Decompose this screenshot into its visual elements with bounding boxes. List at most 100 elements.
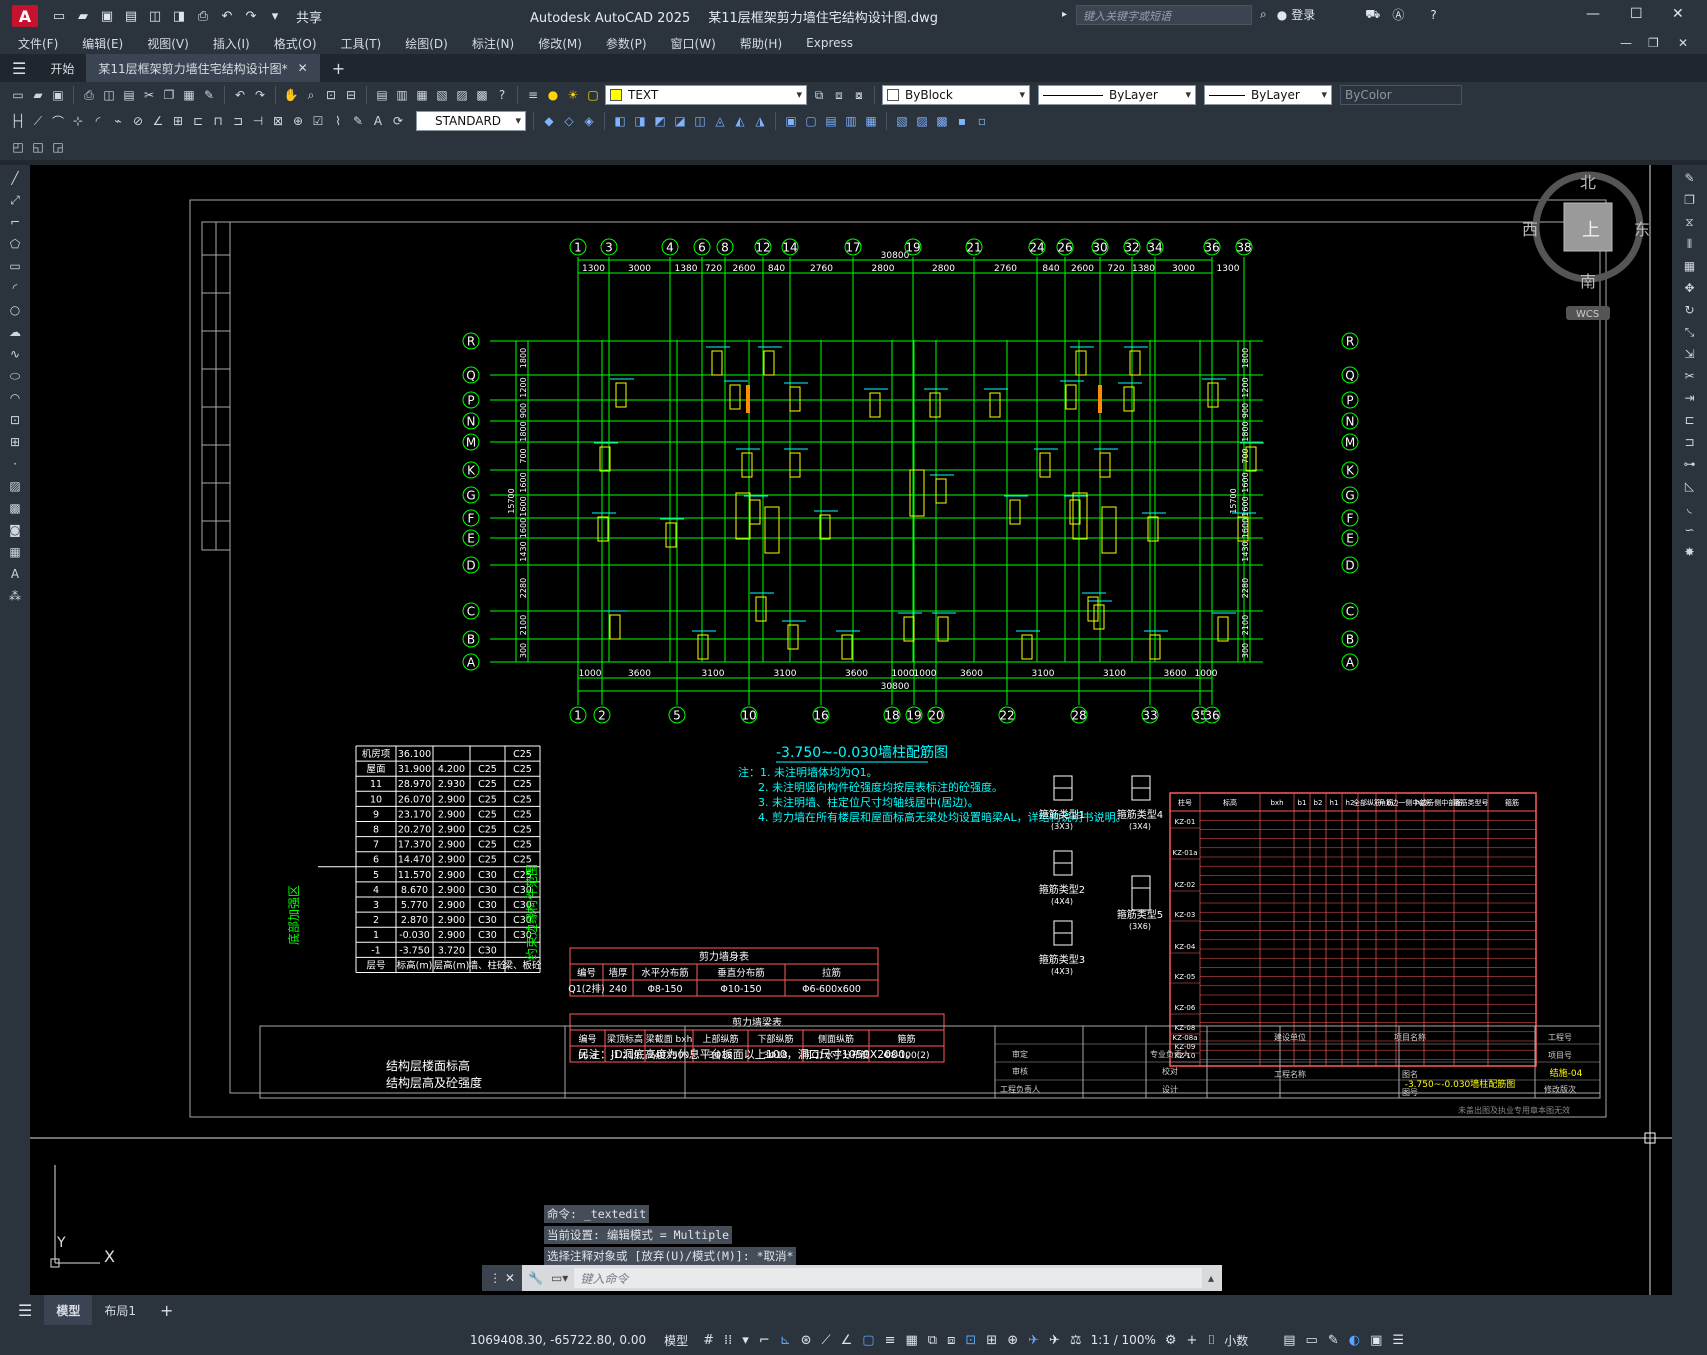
command-grip-icon[interactable]: ⋮ ✕ bbox=[482, 1265, 522, 1291]
matchprop-icon[interactable]: ✎ bbox=[201, 87, 217, 103]
designcenter-icon[interactable]: ▥ bbox=[394, 87, 410, 103]
customization-icon[interactable]: ☰ bbox=[1392, 1333, 1404, 1348]
dim-linear-icon[interactable]: ├┤ bbox=[10, 113, 26, 129]
array-tool-icon[interactable]: ▦ bbox=[1681, 257, 1699, 275]
viewcube-west[interactable]: 西 bbox=[1522, 220, 1538, 239]
viewcube-east[interactable]: 东 bbox=[1634, 220, 1650, 239]
layer-previous-icon[interactable]: ⧈ bbox=[831, 87, 847, 103]
copy-tool-icon[interactable]: ❐ bbox=[1681, 191, 1699, 209]
stretch-tool-icon[interactable]: ⇲ bbox=[1681, 345, 1699, 363]
offset-tool-icon[interactable]: ⫴ bbox=[1681, 235, 1699, 253]
ucs-icon[interactable]: ▧ bbox=[894, 113, 910, 129]
circle-icon[interactable]: ○ bbox=[6, 301, 24, 319]
layer-properties-icon[interactable]: ≡ bbox=[525, 87, 541, 103]
search-icon[interactable]: ⌕ bbox=[1260, 7, 1267, 22]
insert-block-icon[interactable]: ⊡ bbox=[6, 411, 24, 429]
paste-icon[interactable]: ▦ bbox=[181, 87, 197, 103]
menu-insert[interactable]: 插入(I) bbox=[213, 35, 250, 52]
grid-icon[interactable]: # bbox=[703, 1333, 714, 1348]
command-customize-icon[interactable]: 🔧 bbox=[528, 1271, 543, 1285]
sheetset-icon[interactable]: ▧ bbox=[434, 87, 450, 103]
units-icon[interactable]: ⌷ bbox=[1207, 1333, 1215, 1348]
annotation-visibility-icon[interactable]: ✈ bbox=[1028, 1333, 1039, 1348]
autocad-logo[interactable]: A bbox=[12, 5, 38, 27]
app-menu-icon[interactable]: ☰ bbox=[0, 54, 38, 82]
coordinates-readout[interactable]: 1069408.30, -65722.80, 0.00 bbox=[470, 1333, 646, 1347]
snap-icon[interactable]: ⁞⁞ bbox=[724, 1333, 732, 1348]
move-tool-icon[interactable]: ✥ bbox=[1681, 279, 1699, 297]
doc-minimize-icon[interactable]: — bbox=[1620, 36, 1632, 50]
trim-tool-icon[interactable]: ✂ bbox=[1681, 367, 1699, 385]
layer-on-icon[interactable]: ● bbox=[545, 87, 561, 103]
polygon-icon[interactable]: ⬠ bbox=[6, 235, 24, 253]
plotstyle-dropdown[interactable]: ByColor bbox=[1340, 85, 1462, 105]
ucs-world-icon[interactable]: ▨ bbox=[914, 113, 930, 129]
zoom-realtime-icon[interactable]: ⌕ bbox=[303, 87, 319, 103]
layer-state-icon[interactable]: ⧇ bbox=[851, 87, 867, 103]
linetype-dropdown[interactable]: ByLayer bbox=[1038, 85, 1196, 105]
viewcube-south[interactable]: 南 bbox=[1580, 272, 1596, 291]
cut-icon[interactable]: ✂ bbox=[141, 87, 157, 103]
print-icon[interactable]: ⎙ bbox=[194, 7, 212, 25]
dim-baseline-icon[interactable]: ⊏ bbox=[190, 113, 206, 129]
chamfer-tool-icon[interactable]: ◺ bbox=[1681, 477, 1699, 495]
drawing-canvas[interactable]: 1300 3000 1380 720 2600 840 2760 2800 2800 2760 84… bbox=[30, 165, 1672, 1295]
blend-icon[interactable]: ▥ bbox=[843, 113, 859, 129]
dim-ordinate-icon[interactable]: ⊹ bbox=[70, 113, 86, 129]
redo-icon[interactable]: ↷ bbox=[242, 7, 260, 25]
dim-angular-icon[interactable]: ∠ bbox=[150, 113, 166, 129]
stretch-icon[interactable]: ◫ bbox=[692, 113, 708, 129]
wcs-label[interactable]: WCS bbox=[1576, 309, 1599, 320]
isodraft-icon[interactable]: ⟋ bbox=[822, 1333, 831, 1348]
workspace-gear-icon[interactable]: ⚙ bbox=[1165, 1333, 1177, 1348]
fillet-icon[interactable]: ▤ bbox=[823, 113, 839, 129]
tab-layout1[interactable]: 布局1 bbox=[92, 1295, 148, 1325]
selection-cycling-icon[interactable]: ⧉ bbox=[928, 1333, 937, 1348]
menu-format[interactable]: 格式(O) bbox=[274, 35, 317, 52]
make-current-icon[interactable]: ⧉ bbox=[811, 87, 827, 103]
extend-tool-icon[interactable]: ⇥ bbox=[1681, 389, 1699, 407]
lineweight-dropdown[interactable]: ByLayer bbox=[1204, 85, 1332, 105]
inspect-icon[interactable]: ☑ bbox=[310, 113, 326, 129]
annotation-scale-value[interactable]: 1:1 / 100% bbox=[1091, 1333, 1156, 1347]
scale-tool-icon[interactable]: ⤡ bbox=[1681, 323, 1699, 341]
search-arrow-icon[interactable]: ▸ bbox=[1062, 9, 1067, 20]
doc-restore-icon[interactable]: ❐ bbox=[1648, 36, 1659, 50]
command-recent-icon[interactable]: ▭▾ bbox=[551, 1271, 568, 1285]
osnap-icon[interactable]: ▢ bbox=[862, 1333, 874, 1348]
explode-icon[interactable]: ▦ bbox=[863, 113, 879, 129]
fillet-tool-icon[interactable]: ◟ bbox=[1681, 499, 1699, 517]
erase-icon[interactable]: ✎ bbox=[1681, 169, 1699, 187]
rotate-tool-icon[interactable]: ↻ bbox=[1681, 301, 1699, 319]
menu-file[interactable]: 文件(F) bbox=[18, 35, 58, 52]
revision-cloud-icon[interactable]: ☁ bbox=[6, 323, 24, 341]
ellipse-icon[interactable]: ⬭ bbox=[6, 367, 24, 385]
copy-obj-icon[interactable]: ◇ bbox=[561, 113, 577, 129]
break-tool-icon[interactable]: ⊐ bbox=[1681, 433, 1699, 451]
tab-close-icon[interactable]: ✕ bbox=[298, 61, 308, 75]
rotate-icon[interactable]: ◩ bbox=[652, 113, 668, 129]
join-tool-icon[interactable]: ⊶ bbox=[1681, 455, 1699, 473]
dim-text-edit-icon[interactable]: A bbox=[370, 113, 386, 129]
redo-icon[interactable]: ↷ bbox=[252, 87, 268, 103]
minimize-button[interactable]: — bbox=[1586, 6, 1600, 22]
zoom-previous-icon[interactable]: ⊟ bbox=[343, 87, 359, 103]
ellipse-arc-icon[interactable]: ◠ bbox=[6, 389, 24, 407]
table-icon[interactable]: ▦ bbox=[6, 543, 24, 561]
copy-icon[interactable]: ❐ bbox=[161, 87, 177, 103]
layer-walk-icon[interactable]: ◲ bbox=[50, 139, 66, 155]
textstyle-dropdown[interactable]: STANDARD bbox=[416, 111, 526, 131]
center-mark-icon[interactable]: ⊕ bbox=[290, 113, 306, 129]
transparency-icon[interactable]: ▦ bbox=[906, 1333, 918, 1348]
block-editor-icon[interactable]: ◰ bbox=[10, 139, 26, 155]
ucs-object-icon[interactable]: ▪ bbox=[954, 113, 970, 129]
dim-diameter-icon[interactable]: ⊘ bbox=[130, 113, 146, 129]
zoom-window-icon[interactable]: ⊡ bbox=[323, 87, 339, 103]
auto-scale-icon[interactable]: ✈ bbox=[1049, 1333, 1060, 1348]
doc-close-icon[interactable]: ✕ bbox=[1678, 36, 1688, 50]
save-as-icon[interactable]: ▤ bbox=[122, 7, 140, 25]
ucs-view-icon[interactable]: ▫ bbox=[974, 113, 990, 129]
model-space-button[interactable]: 模型 bbox=[664, 1332, 688, 1349]
color-dropdown[interactable]: ByBlock bbox=[882, 85, 1030, 105]
autodesk-app-icon[interactable]: Ⓐ bbox=[1392, 6, 1404, 23]
